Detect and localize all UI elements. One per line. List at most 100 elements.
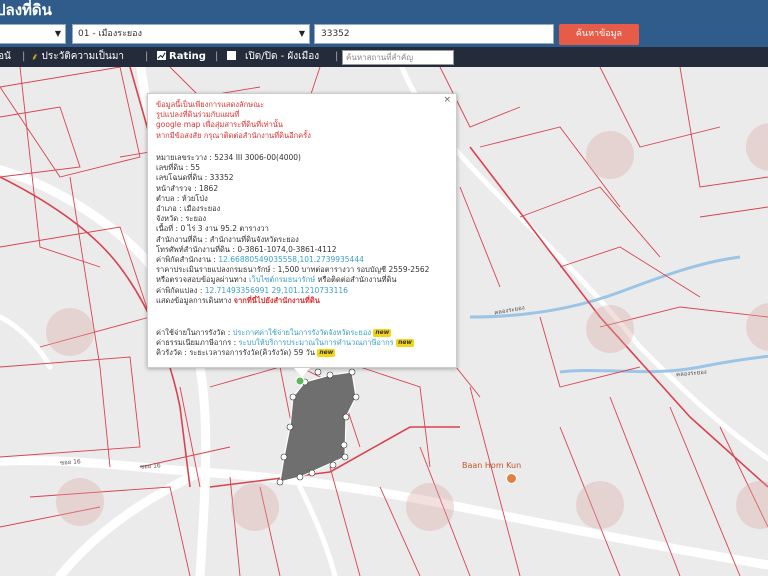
- detail-label: เลขโฉนดที่ดิน: [156, 173, 203, 183]
- extra-links: ค่าใช้จ่ายในการรังวัด : ประกาศค่าใช้จ่าย…: [156, 328, 414, 359]
- detail-value: 33352: [209, 173, 234, 183]
- toolbar-item-history-label: ประวัติความเป็นมา: [41, 51, 125, 62]
- detail-province: จังหวัด : ระยอง: [156, 214, 207, 224]
- detail-label: หน้าสำรวจ: [156, 183, 192, 193]
- toolbar-item-zoning-label: เปิด/ปิด - ผังเมือง: [245, 51, 320, 62]
- detail-value: 1,500 บาทต่อตารางวา รอบบัญชี 2559-2562: [277, 265, 430, 275]
- detail-office: สำนักงานที่ดิน : สำนักงานที่ดินจังหวัดระ…: [156, 234, 299, 244]
- road-label: ซอย 16: [59, 458, 81, 467]
- detail-label: สำนักงานที่ดิน: [156, 234, 203, 244]
- search-button[interactable]: ค้นหาข้อมูล: [559, 24, 639, 45]
- detail-area: เนื้อที่ : 0 ไร่ 3 งาน 95.2 ตารางวา: [156, 224, 269, 234]
- detail-label: อำเภอ: [156, 204, 177, 214]
- parcel-number-input[interactable]: 33352: [314, 24, 554, 44]
- detail-label: เลขที่ดิน: [156, 163, 184, 173]
- detail-land-no: เลขที่ดิน : 55: [156, 163, 201, 173]
- detail-label: ค่าใช้จ่ายในการรังวัด: [156, 328, 226, 337]
- search-bar: ▼ 01 - เมืองระยอง ▼ 33352 ค้นหาข้อมูล: [0, 22, 768, 47]
- disclaimer-notice: ข้อมูลนี้เป็นเพียงการแสดงลักษณะ รูปแปลงท…: [156, 100, 311, 141]
- detail-value: สำนักงานที่ดินจังหวัดระยอง: [209, 234, 299, 244]
- detail-deed: เลขโฉนดที่ดิน : 33352: [156, 173, 234, 183]
- notice-line: ข้อมูลนี้เป็นเพียงการแสดงลักษณะ: [156, 100, 265, 109]
- notice-line: หากมีข้อสงสัย กรุณาติดต่อสำนักงานที่ดินอ…: [156, 130, 311, 140]
- detail-value: 55: [190, 163, 201, 173]
- detail-label: คิวรังวัด: [156, 348, 183, 358]
- toolbar-separator: |: [145, 51, 149, 62]
- treasury-website-link[interactable]: เว็บไซต์กรมธนารักษ์: [249, 275, 315, 284]
- toolbar-item-history[interactable]: ⸙ ประวัติความเป็นมา: [31, 47, 124, 67]
- toolbar-item-zoning[interactable]: เปิด/ปิด - ผังเมือง: [227, 47, 319, 67]
- page-title: ปลงที่ดิน: [0, 1, 52, 19]
- detail-tambon: ตำบล : ห้วยโป่ง: [156, 193, 208, 203]
- office-coord-link[interactable]: 12.66880549035558,101.2739935444: [218, 255, 364, 264]
- detail-parcel-coord: ค่าพิกัดแปลง : 12.71493356991 29,101.121…: [156, 285, 348, 295]
- toolbar: อนั | ⸙ ประวัติความเป็นมา | Rating | เปิด…: [0, 47, 768, 67]
- detail-check: หรือตรวจสอบข้อมูลผ่านทาง เว็บไซต์กรมธนาร…: [156, 275, 429, 285]
- chart-icon: [157, 51, 166, 60]
- toolbar-item-rating[interactable]: Rating: [157, 47, 206, 67]
- toolbar-separator: |: [215, 51, 219, 62]
- amphoe-select[interactable]: 01 - เมืองระยอง ▼: [72, 24, 310, 44]
- detail-label: เนื้อที่: [156, 224, 174, 234]
- toolbar-separator: |: [335, 51, 339, 62]
- detail-label: ราคาประเมินรายแปลงกรมธนารักษ์: [156, 265, 271, 275]
- toolbar-item-first-label: อนั: [0, 51, 11, 62]
- detail-label: ค่าพิกัดแปลง: [156, 285, 198, 295]
- landmark-search-input[interactable]: ค้นหาสถานที่สำคัญ: [342, 50, 454, 65]
- sprout-icon: ⸙: [31, 52, 39, 63]
- tax-calc-link[interactable]: ระบบให้บริการประมาณในการคำนวณภาษีอากร: [239, 338, 394, 347]
- parcel-info-popup: × ข้อมูลนี้เป็นเพียงการแสดงลักษณะ รูปแปล…: [147, 93, 457, 377]
- detail-label: หรือตรวจสอบข้อมูลผ่านทาง: [156, 275, 247, 285]
- detail-queue: ค่าใช้จ่ายในการรังวัด : ประกาศค่าใช้จ่าย…: [156, 328, 392, 337]
- detail-value: 1862: [199, 183, 219, 193]
- detail-value: 5234 III 3006-00(4000): [214, 153, 301, 162]
- new-badge: new: [373, 329, 392, 337]
- detail-label: ตำบล: [156, 193, 175, 203]
- detail-survey: หน้าสำรวจ : 1862: [156, 183, 219, 193]
- parcel-details: หมายเลขระวาง : 5234 III 3006-00(4000) เล…: [156, 153, 429, 306]
- amphoe-select-value: 01 - เมืองระยอง: [78, 29, 142, 39]
- parcel-coord-link[interactable]: 12.71493356991 29,101.1210733116: [205, 286, 348, 295]
- detail-route: แสดงข้อมูลการเดินทาง จากที่นี่ไปยังสำนัก…: [156, 296, 429, 306]
- new-badge: new: [317, 349, 336, 358]
- new-badge: new: [396, 339, 414, 348]
- detail-utm: หมายเลขระวาง : 5234 III 3006-00(4000): [156, 153, 301, 162]
- notice-line: google map เพื่อสุ่มสาระที่ดินที่เท่านั้…: [156, 120, 284, 130]
- popup-pointer: [294, 368, 310, 377]
- toolbar-item-first[interactable]: อนั: [0, 47, 11, 67]
- detail-label: ค่าพิกัดสำนักงาน: [156, 255, 212, 265]
- chevron-down-icon: ▼: [298, 29, 305, 38]
- detail-label: โทรศัพท์สำนักงานที่ดิน: [156, 244, 231, 254]
- detail-value: ระยอง: [185, 214, 207, 224]
- detail-label: หมายเลขระวาง: [156, 153, 207, 162]
- survey-fee-link[interactable]: ประกาศค่าใช้จ่ายในการรังวัดจังหวัดระยอง: [233, 328, 371, 337]
- app-header: ปลงที่ดิน: [0, 0, 768, 22]
- road-label: ซอย 16: [139, 462, 161, 471]
- detail-value: เมืองระยอง: [184, 204, 221, 214]
- parcel-marker-icon: [295, 376, 305, 386]
- detail-value: หรือติดต่อสำนักงานที่ดิน: [317, 275, 397, 285]
- detail-label: จังหวัด: [156, 214, 179, 224]
- route-link[interactable]: จากที่นี่ไปยังสำนักงานที่ดิน: [234, 296, 320, 305]
- detail-value: 0-3861-1074,0-3861-4112: [237, 244, 337, 254]
- detail-amphoe: อำเภอ : เมืองระยอง: [156, 204, 221, 214]
- square-icon: [227, 51, 236, 60]
- detail-phone: โทรศัพท์สำนักงานที่ดิน : 0-3861-1074,0-3…: [156, 244, 337, 254]
- detail-value: ระยะเวลารอการรังวัด(คิวรังวัด) 59 วัน: [189, 348, 315, 358]
- notice-line: รูปแปลงที่ดินร่วมกับแผนที่: [156, 110, 240, 120]
- close-icon[interactable]: ×: [443, 95, 451, 105]
- detail-label: ค่าธรรมเนียมภาษีอากร: [156, 338, 232, 348]
- poi-pin-icon[interactable]: [506, 473, 517, 484]
- toolbar-item-rating-label: Rating: [169, 51, 206, 62]
- poi-label[interactable]: Baan Hom Kun: [462, 461, 521, 470]
- chevron-down-icon: ▼: [54, 29, 61, 38]
- detail-wait: คิวรังวัด : ระยะเวลารอการรังวัด(คิวรังวั…: [156, 348, 336, 358]
- detail-service: ค่าธรรมเนียมภาษีอากร : ระบบให้บริการประม…: [156, 338, 414, 348]
- detail-value: ห้วยโป่ง: [181, 193, 208, 203]
- province-select[interactable]: ▼: [0, 24, 66, 44]
- detail-label: แสดงข้อมูลการเดินทาง: [156, 295, 232, 305]
- toolbar-separator: |: [22, 51, 26, 62]
- detail-office-coord: ค่าพิกัดสำนักงาน : 12.66880549035558,101…: [156, 255, 364, 265]
- detail-price: ราคาประเมินรายแปลงกรมธนารักษ์ : 1,500 บา…: [156, 265, 430, 275]
- detail-value: 0 ไร่ 3 งาน 95.2 ตารางวา: [180, 224, 269, 234]
